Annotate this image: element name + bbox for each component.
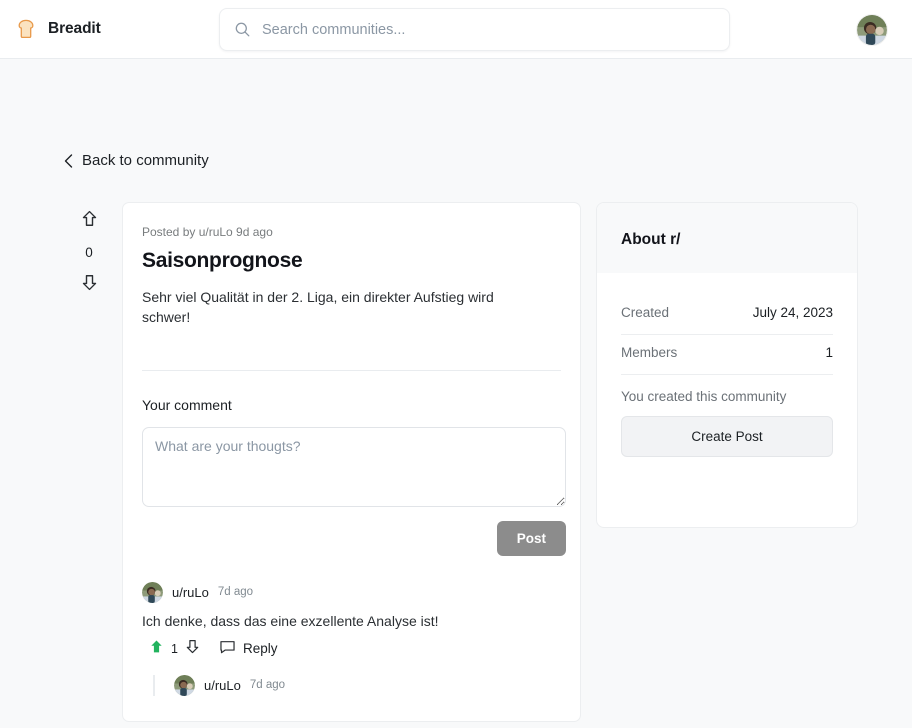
comment-reply-button[interactable]: Reply (220, 640, 278, 657)
chevron-left-icon (64, 153, 73, 168)
nested-replies: u/ruLo 7d ago (153, 674, 561, 696)
avatar[interactable] (174, 674, 195, 696)
comment-author[interactable]: u/ruLo (172, 585, 209, 600)
search-icon (234, 21, 251, 38)
arrow-down-icon (186, 639, 199, 659)
post-upvote-button[interactable] (76, 208, 102, 234)
post-meta: Posted by u/ruLo 9d ago (142, 225, 273, 239)
about-row-created: Created July 24, 2023 (621, 295, 833, 335)
comment-form-label: Your comment (142, 396, 232, 413)
comment-timestamp: 7d ago (217, 586, 254, 599)
about-card-title: About r/ (621, 231, 681, 248)
arrow-up-icon (82, 210, 97, 232)
avatar[interactable] (856, 14, 888, 46)
search-bar[interactable] (219, 8, 730, 51)
members-value: 1 (825, 345, 833, 360)
page-title: Saisonprognose (142, 249, 303, 272)
created-label: Created (621, 305, 670, 320)
community-owner-note: You created this community (621, 389, 787, 404)
content-layout: 0 Posted by u/ruLo 9d ago Saisonprognose… (0, 202, 912, 722)
brand-name: Breadit (48, 20, 101, 37)
comment-timestamp: 7d ago (249, 679, 286, 692)
brand-logo-link[interactable]: Breadit (14, 17, 204, 41)
about-card-header: About r/ (597, 203, 857, 273)
comment-item: u/ruLo 7d ago Ich denke, dass das eine e… (142, 581, 561, 696)
comment-text: Ich denke, dass das eine exzellente Anal… (142, 612, 439, 629)
about-row-members: Members 1 (621, 335, 833, 375)
about-community-card: About r/ Created July 24, 2023 Members 1… (596, 202, 858, 528)
members-label: Members (621, 345, 678, 360)
arrow-down-icon (82, 274, 97, 296)
comment-actions: 1 Reply (142, 639, 561, 659)
comment-input[interactable] (142, 426, 566, 507)
post-card: Posted by u/ruLo 9d ago Saisonprognose S… (122, 202, 581, 722)
comment-upvote-button[interactable] (150, 639, 163, 659)
avatar[interactable] (142, 581, 163, 603)
comment-header: u/ruLo 7d ago (174, 674, 561, 696)
bread-slice-icon (14, 17, 38, 41)
post-comment-button[interactable]: Post (496, 520, 566, 556)
post-downvote-button[interactable] (76, 272, 102, 298)
post-vote-count: 0 (85, 245, 93, 260)
divider (142, 369, 561, 371)
create-post-button[interactable]: Create Post (621, 416, 833, 457)
comments-list: u/ruLo 7d ago Ich denke, dass das eine e… (142, 581, 561, 696)
about-card-body: Created July 24, 2023 Members 1 You crea… (597, 273, 857, 479)
back-link-label: Back to community (82, 152, 209, 169)
comment-vote-count: 1 (171, 641, 178, 656)
comment-downvote-button[interactable] (186, 639, 199, 659)
comment-reply-label: Reply (242, 641, 278, 657)
comment-author[interactable]: u/ruLo (204, 678, 241, 693)
search-input[interactable] (262, 9, 715, 50)
app-header: Breadit (0, 0, 912, 59)
post-vote-column: 0 (56, 202, 122, 722)
comment-header: u/ruLo 7d ago (142, 581, 561, 603)
created-value: July 24, 2023 (752, 305, 833, 320)
comment-submit-row: Post (142, 520, 566, 556)
comment-bubble-icon (220, 640, 235, 657)
back-to-community-link[interactable]: Back to community (64, 152, 209, 169)
arrow-up-icon (150, 639, 163, 659)
post-body: Sehr viel Qualität in der 2. Liga, ein d… (142, 289, 494, 326)
